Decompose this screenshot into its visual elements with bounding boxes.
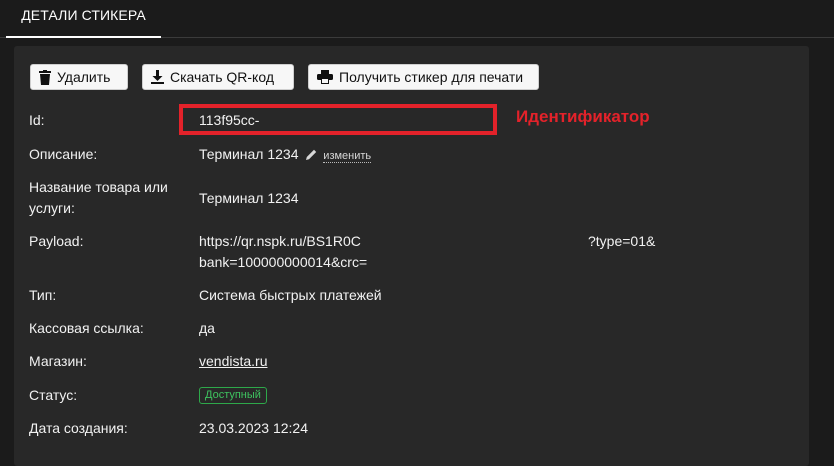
print-sticker-button[interactable]: Получить стикер для печати: [308, 64, 539, 90]
created-date-label: Дата создания:: [29, 420, 128, 436]
description-label: Описание:: [29, 146, 98, 162]
cash-link-value: да: [199, 320, 215, 336]
delete-button-label: Удалить: [57, 69, 111, 85]
product-name-label: Название товара или услуги:: [29, 177, 168, 219]
payload-value-line1: https://qr.nspk.ru/BS1R0C: [199, 233, 361, 249]
status-badge: Доступный: [199, 387, 267, 404]
payload-value-suffix: ?type=01&: [588, 233, 656, 249]
shop-label: Магазин:: [29, 353, 87, 369]
tab-sticker-details[interactable]: ДЕТАЛИ СТИКЕРА: [6, 0, 161, 38]
id-highlight-box: [179, 104, 497, 135]
product-name-value: Терминал 1234: [199, 190, 299, 206]
cash-link-label: Кассовая ссылка:: [29, 320, 144, 336]
printer-icon: [317, 70, 333, 84]
delete-button[interactable]: Удалить: [30, 64, 128, 90]
payload-value-line2: bank=100000000014&crc=: [199, 254, 368, 270]
description-value: Терминал 1234: [199, 146, 299, 162]
pencil-icon[interactable]: [306, 145, 317, 166]
type-value: Система быстрых платежей: [199, 287, 382, 303]
download-icon: [151, 70, 164, 84]
payload-label: Payload:: [29, 233, 84, 249]
product-name-label-line1: Название товара или: [29, 179, 168, 195]
status-label: Статус:: [29, 387, 78, 403]
shop-link[interactable]: vendista.ru: [199, 351, 267, 372]
edit-description-link[interactable]: изменить: [323, 150, 372, 163]
created-date-value: 23.03.2023 12:24: [199, 420, 308, 436]
download-qr-label: Скачать QR-код: [170, 69, 274, 85]
print-sticker-label: Получить стикер для печати: [339, 69, 524, 85]
type-label: Тип:: [29, 287, 57, 303]
id-label: Id:: [29, 112, 45, 128]
identifier-annotation: Идентификатор: [516, 107, 650, 126]
tab-bar: ДЕТАЛИ СТИКЕРА: [0, 0, 834, 38]
description-value-row: Терминал 1234 изменить: [199, 144, 372, 167]
trash-icon: [39, 69, 51, 85]
download-qr-button[interactable]: Скачать QR-код: [142, 64, 294, 90]
product-name-label-line2: услуги:: [29, 200, 75, 216]
